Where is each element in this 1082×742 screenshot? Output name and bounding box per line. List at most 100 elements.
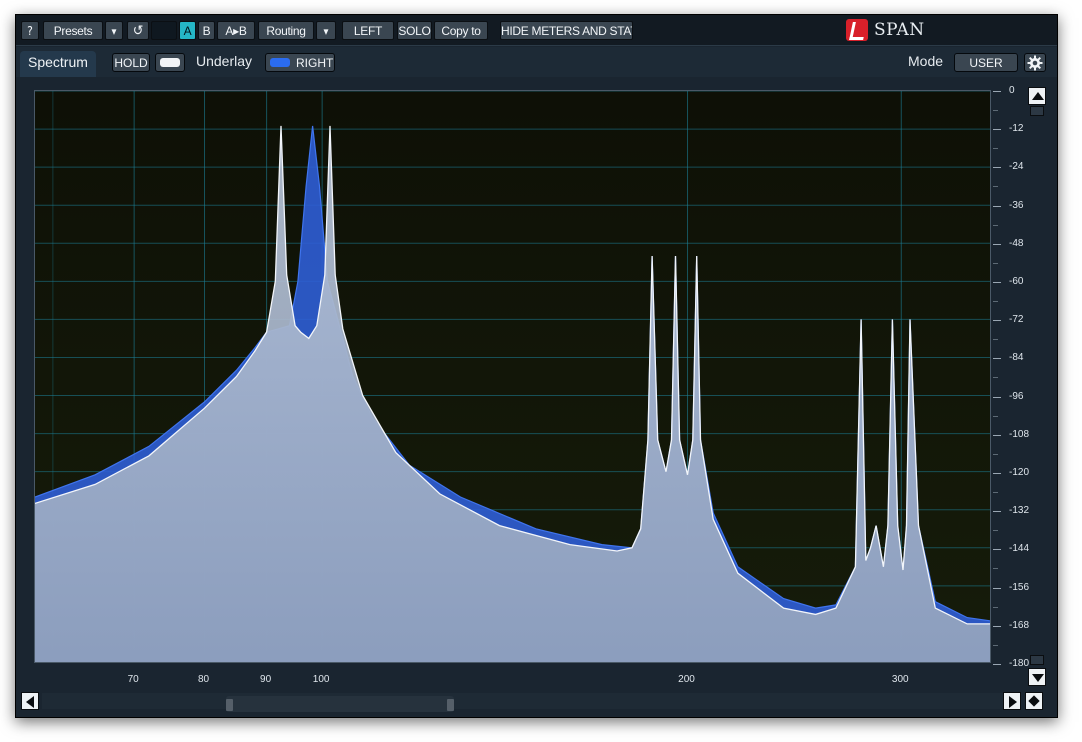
db-tick-label: -144	[1009, 543, 1030, 555]
scroll-left-button[interactable]	[21, 692, 39, 710]
db-minor-tick	[993, 110, 998, 112]
db-tick-label: -24	[1009, 161, 1024, 173]
hz-tick-label: 80	[197, 674, 210, 685]
gear-icon[interactable]	[1024, 53, 1046, 72]
db-tick-label: -168	[1009, 619, 1030, 631]
hz-tick-label: 70	[127, 674, 139, 685]
db-tick-label: -96	[1009, 390, 1024, 402]
db-tick-label: -120	[1009, 467, 1030, 478]
hide-meters-button[interactable]: HIDE METERS AND STATS	[500, 21, 633, 40]
db-tick-mark	[993, 625, 1001, 627]
db-tick-label: -72	[1009, 314, 1024, 326]
underlay-label: Underlay	[196, 53, 253, 69]
copy-to-button[interactable]: Copy to	[434, 21, 488, 40]
db-minor-tick	[993, 453, 998, 455]
db-minor-tick	[993, 224, 998, 226]
presets-dropdown-icon[interactable]: ▾	[105, 21, 123, 40]
brand-logo	[846, 19, 868, 41]
db-minor-tick	[993, 492, 998, 494]
horizontal-scroll-thumb[interactable]	[226, 696, 454, 712]
routing-dropdown-icon[interactable]: ▾	[316, 21, 336, 40]
hold-button[interactable]: HOLD	[112, 53, 150, 72]
db-minor-tick	[993, 644, 998, 646]
hz-tick-label: 300	[891, 674, 909, 685]
hz-tick-label: 100	[312, 674, 330, 685]
db-tick-mark	[993, 167, 1001, 169]
solo-button[interactable]: SOLO	[397, 21, 432, 40]
db-tick-label: -180	[1009, 658, 1030, 669]
hz-tick-label: 90	[260, 674, 272, 685]
vertical-scrollbar[interactable]	[1027, 87, 1047, 687]
db-minor-tick	[993, 606, 998, 608]
db-tick-mark	[993, 358, 1001, 360]
scroll-down-button[interactable]	[1028, 668, 1046, 686]
tab-spectrum[interactable]: Spectrum	[20, 51, 96, 77]
zoom-reset-button[interactable]	[1025, 692, 1043, 710]
db-tick-mark	[993, 511, 1001, 513]
db-tick-mark	[993, 434, 1001, 436]
spectrum-header: Spectrum HOLD Underlay RIGHT Mode USER	[16, 47, 1057, 77]
db-tick-mark	[993, 129, 1001, 131]
scroll-up-button[interactable]	[1028, 87, 1046, 105]
underlay-right-label: RIGHT	[296, 56, 334, 70]
db-minor-tick	[993, 301, 998, 303]
diamond-icon	[1028, 695, 1040, 707]
db-tick-mark	[993, 549, 1001, 551]
db-tick-label: -156	[1009, 581, 1030, 593]
db-tick-mark	[993, 587, 1001, 589]
db-minor-tick	[993, 377, 998, 379]
hold-color-swatch	[160, 58, 180, 67]
redo-button[interactable]	[151, 21, 177, 40]
db-tick-label: -48	[1009, 237, 1024, 249]
scroll-right-button[interactable]	[1003, 692, 1021, 710]
db-tick-label: -108	[1009, 428, 1030, 440]
db-tick-label: -132	[1009, 505, 1030, 517]
arrow-right-icon	[1009, 696, 1017, 708]
undo-icon[interactable]: ↺	[127, 21, 149, 40]
db-tick-mark	[993, 282, 1001, 283]
spectrum-chart	[35, 91, 990, 662]
db-tick-mark	[993, 205, 1001, 207]
horizontal-scrollbar[interactable]	[16, 688, 1057, 714]
db-tick-mark	[993, 320, 1001, 322]
spectrum-plot[interactable]	[34, 90, 991, 663]
hold-toggle[interactable]	[155, 53, 185, 72]
toolbar: ? Presets ▾ ↺ A B A▸B Routing ▾ LEFT SOL…	[16, 15, 1057, 46]
vertical-scroll-thumb-bottom[interactable]	[1030, 655, 1044, 665]
db-minor-tick	[993, 148, 998, 150]
db-minor-tick	[993, 186, 998, 188]
db-tick-mark	[993, 91, 1001, 92]
thumb-left-grip[interactable]	[226, 699, 233, 711]
brand: SPAN	[846, 19, 925, 41]
thumb-right-grip[interactable]	[447, 699, 454, 711]
db-minor-tick	[993, 415, 998, 417]
db-tick-label: -36	[1009, 199, 1024, 211]
copy-a-to-b-button[interactable]: A▸B	[217, 21, 255, 40]
arrow-left-icon	[26, 696, 34, 708]
mode-select[interactable]: USER	[954, 53, 1018, 72]
db-tick-label: -12	[1009, 123, 1024, 135]
horizontal-scroll-track[interactable]	[42, 693, 1012, 712]
db-scale[interactable]: 0 -12 -24 -36 -48 -60 -72 -84 -96 -108 -120 -132 -14…	[991, 85, 1030, 675]
db-tick-mark	[993, 664, 1001, 665]
vertical-scroll-thumb-top[interactable]	[1030, 106, 1044, 116]
arrow-up-icon	[1032, 92, 1044, 100]
db-minor-tick	[993, 530, 998, 532]
preset-a-button[interactable]: A	[179, 21, 196, 40]
mode-label: Mode	[908, 53, 944, 69]
help-button[interactable]: ?	[21, 21, 39, 40]
routing-button[interactable]: Routing	[258, 21, 314, 40]
db-minor-tick	[993, 568, 998, 570]
preset-b-button[interactable]: B	[198, 21, 215, 40]
underlay-right-button[interactable]: RIGHT	[265, 53, 335, 72]
arrow-down-icon	[1032, 674, 1044, 682]
db-minor-tick	[993, 262, 998, 264]
db-tick-label: -84	[1009, 352, 1024, 364]
left-channel-button[interactable]: LEFT	[342, 21, 394, 40]
span-plugin-window: ? Presets ▾ ↺ A B A▸B Routing ▾ LEFT SOL…	[15, 14, 1058, 718]
db-tick-mark	[993, 396, 1001, 398]
db-minor-tick	[993, 339, 998, 341]
presets-button[interactable]: Presets	[43, 21, 103, 40]
underlay-color-swatch	[270, 58, 290, 67]
db-tick-label: 0	[1009, 85, 1015, 96]
